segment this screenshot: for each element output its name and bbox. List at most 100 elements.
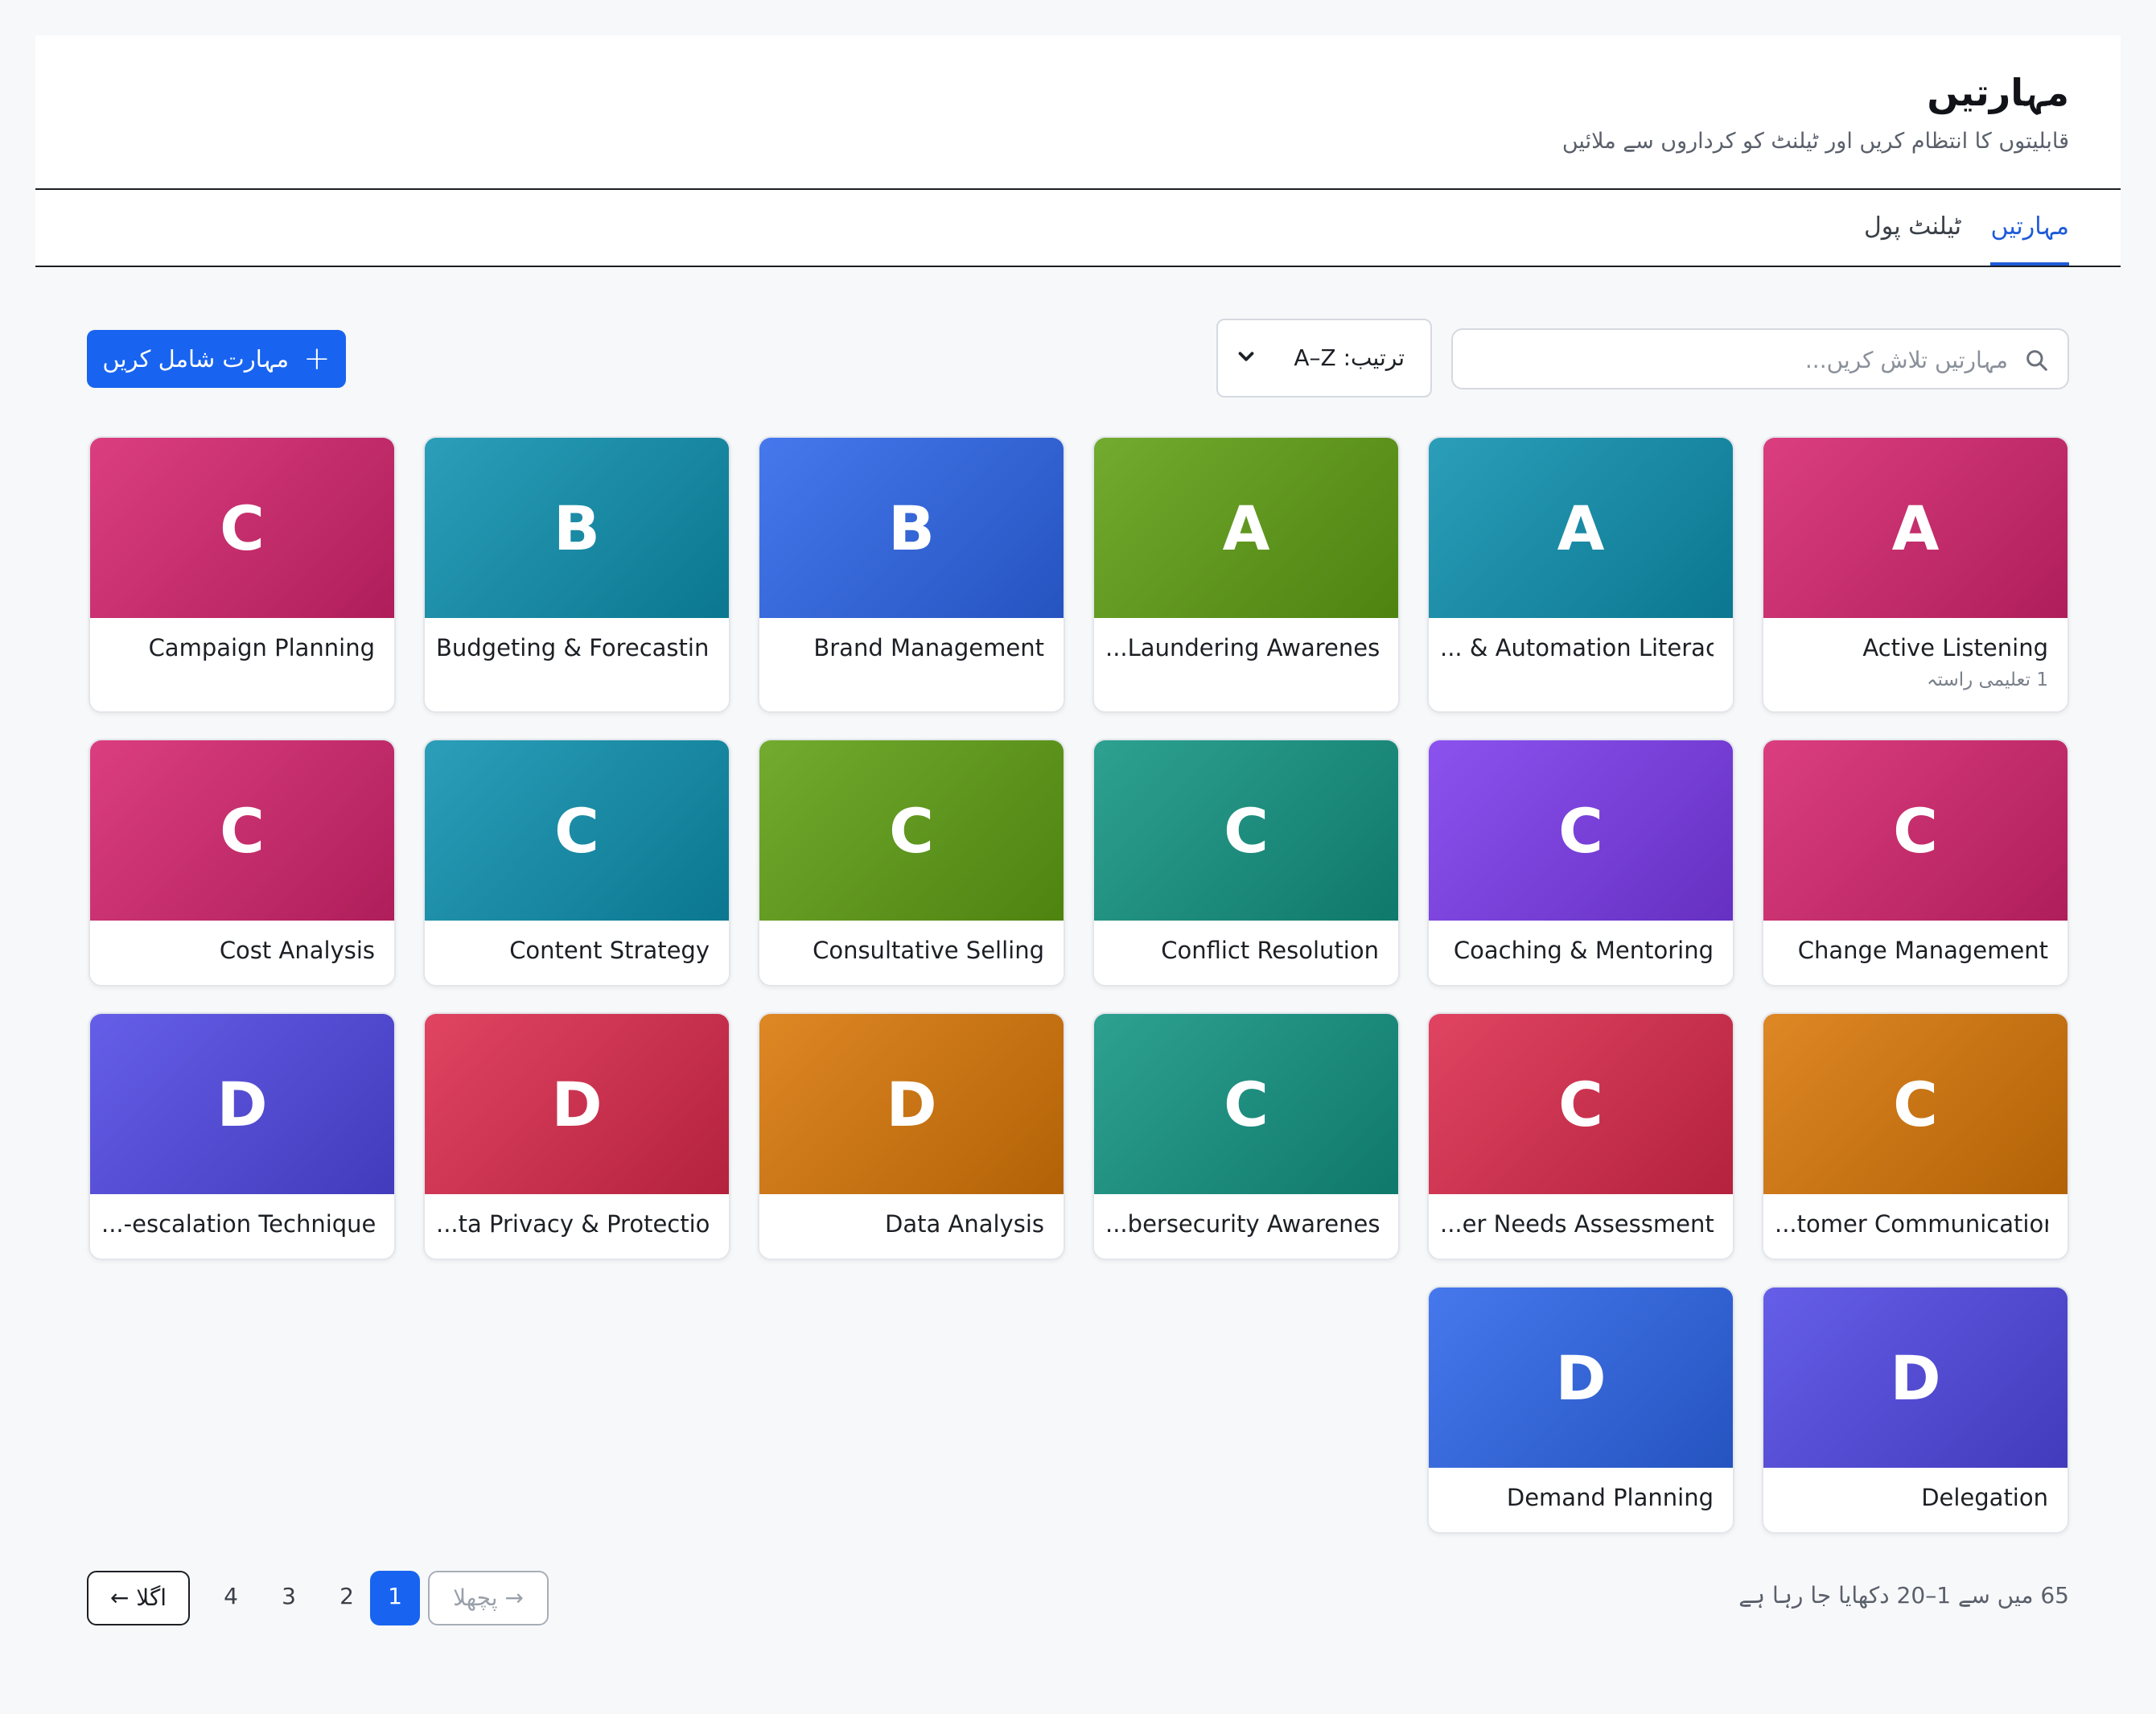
skill-initial: D (216, 1068, 268, 1140)
skill-card[interactable]: C Conflict Resolution (1092, 739, 1400, 987)
skill-name: Delegation (1921, 1484, 2048, 1511)
skill-name: ...Laundering Awareness (1105, 634, 1379, 661)
skill-name: Campaign Planning (148, 634, 375, 661)
skill-card[interactable]: D ...ta Privacy & Protection (423, 1012, 730, 1260)
skill-initial: C (1893, 1068, 1938, 1140)
skill-name: ...-escalation Techniques (101, 1210, 375, 1238)
next-page-button[interactable]: اگلا ← (87, 1571, 190, 1625)
sort-select[interactable]: ترتیب: A–Z (1216, 319, 1432, 398)
page-1-button[interactable]: 1 (370, 1571, 420, 1625)
skill-initial: C (1558, 1068, 1603, 1140)
skill-banner: D (90, 1014, 394, 1194)
skill-banner: C (1094, 1014, 1398, 1194)
skill-card[interactable]: C Coaching & Mentoring (1427, 739, 1734, 987)
skill-banner: C (1429, 740, 1733, 921)
skill-initial: A (1891, 492, 1940, 564)
sort-label: ترتیب: A–Z (1294, 344, 1405, 371)
skill-banner: C (1763, 740, 2068, 921)
skill-card[interactable]: A ... & Automation Literacy (1427, 436, 1734, 713)
skill-name: Conflict Resolution (1161, 937, 1379, 964)
skill-banner: C (90, 740, 394, 921)
skill-initial: C (1558, 794, 1603, 867)
skill-name: ...ta Privacy & Protection (436, 1210, 710, 1238)
skill-card[interactable]: C ...tomer Communication (1762, 1012, 2069, 1260)
skill-initial: C (220, 492, 265, 564)
skill-name: Consultative Selling (813, 937, 1044, 964)
skill-initial: C (554, 794, 599, 867)
skill-banner: D (759, 1014, 1064, 1194)
skill-card[interactable]: C Cost Analysis (88, 739, 396, 987)
skill-card[interactable]: B Budgeting & Forecasting (423, 436, 730, 713)
skill-banner: C (90, 438, 394, 618)
skill-initial: C (220, 794, 265, 867)
skill-banner: C (425, 740, 729, 921)
page-2-button[interactable]: 2 (322, 1571, 372, 1625)
tab-talent-pool[interactable]: ٹیلنٹ پول (1864, 190, 1961, 266)
skill-initial: D (886, 1068, 937, 1140)
skill-name: Coaching & Mentoring (1453, 937, 1714, 964)
skill-banner: A (1429, 438, 1733, 618)
skill-card[interactable]: D ...-escalation Techniques (88, 1012, 396, 1260)
page-subtitle: قابلیتوں کا انتظام کریں اور ٹیلنٹ کو کرد… (1561, 129, 2069, 154)
skill-card[interactable]: A Active Listening 1 تعلیمی راستہ (1762, 436, 2069, 713)
skill-initial: A (1557, 492, 1605, 564)
skill-banner: D (425, 1014, 729, 1194)
page-header: مہارتیں قابلیتوں کا انتظام کریں اور ٹیلن… (35, 35, 2121, 190)
page-3-button[interactable]: 3 (264, 1571, 314, 1625)
skill-name: ...bersecurity Awareness (1105, 1210, 1379, 1238)
skill-name: Active Listening (1862, 634, 2048, 661)
skill-card[interactable]: D Data Analysis (758, 1012, 1065, 1260)
prev-page-button[interactable]: → پچھلا (428, 1571, 549, 1625)
skill-initial: B (888, 492, 935, 564)
skill-banner: D (1429, 1288, 1733, 1468)
skill-banner: B (759, 438, 1064, 618)
skill-initial: C (889, 794, 934, 867)
skill-initial: D (551, 1068, 603, 1140)
skill-name: Content Strategy (509, 937, 710, 964)
skill-card[interactable]: D Delegation (1762, 1286, 2069, 1534)
skill-banner: C (759, 740, 1064, 921)
skill-initial: B (553, 492, 600, 564)
skill-banner: A (1094, 438, 1398, 618)
chevron-down-icon (1238, 352, 1254, 361)
skill-card[interactable]: C ...er Needs Assessment (1427, 1012, 1734, 1260)
search-input[interactable] (1469, 340, 2008, 380)
skill-banner: C (1429, 1014, 1733, 1194)
skill-card[interactable]: C ...bersecurity Awareness (1092, 1012, 1400, 1260)
search-icon (2026, 350, 2047, 371)
skill-card[interactable]: D Demand Planning (1427, 1286, 1734, 1534)
skill-card[interactable]: A ...Laundering Awareness (1092, 436, 1400, 713)
search-box (1451, 328, 2069, 389)
skill-initial: D (1890, 1341, 1941, 1414)
skill-banner: D (1763, 1288, 2068, 1468)
skill-name: Change Management (1797, 937, 2048, 964)
pagination-info: 65 میں سے 1–20 دکھایا جا رہا ہے (1738, 1582, 2069, 1609)
skill-banner: A (1763, 438, 2068, 618)
add-skill-label: مہارت شامل کریں (102, 345, 290, 373)
skill-initial: D (1555, 1341, 1607, 1414)
skill-card[interactable]: B Brand Management (758, 436, 1065, 713)
skill-card[interactable]: C Consultative Selling (758, 739, 1065, 987)
skill-name: Cost Analysis (219, 937, 375, 964)
tab-bar: مہارتیں ٹیلنٹ پول (35, 190, 2121, 267)
skill-name: ...er Needs Assessment (1440, 1210, 1714, 1238)
skill-name: Data Analysis (885, 1210, 1044, 1238)
skill-card[interactable]: C Content Strategy (423, 739, 730, 987)
page-4-button[interactable]: 4 (206, 1571, 256, 1625)
skill-initial: C (1224, 794, 1269, 867)
skill-banner: C (1094, 740, 1398, 921)
skill-initial: C (1224, 1068, 1269, 1140)
skill-card[interactable]: C Campaign Planning (88, 436, 396, 713)
skill-card[interactable]: C Change Management (1762, 739, 2069, 987)
add-skill-button[interactable]: + مہارت شامل کریں (87, 330, 346, 388)
skill-initial: C (1893, 794, 1938, 867)
skill-name: Demand Planning (1506, 1484, 1714, 1511)
skill-name: ...tomer Communication (1775, 1210, 2048, 1238)
skill-banner: B (425, 438, 729, 618)
page-title: مہارتیں (1927, 71, 2069, 114)
tab-skills[interactable]: مہارتیں (1990, 190, 2069, 266)
skills-grid: A Active Listening 1 تعلیمی راستہ A ... & Au… (87, 436, 2069, 1534)
skill-name: Budgeting & Forecasting (436, 634, 710, 661)
skill-name: Brand Management (813, 634, 1044, 661)
skill-meta: 1 تعلیمی راستہ (1927, 670, 2048, 690)
